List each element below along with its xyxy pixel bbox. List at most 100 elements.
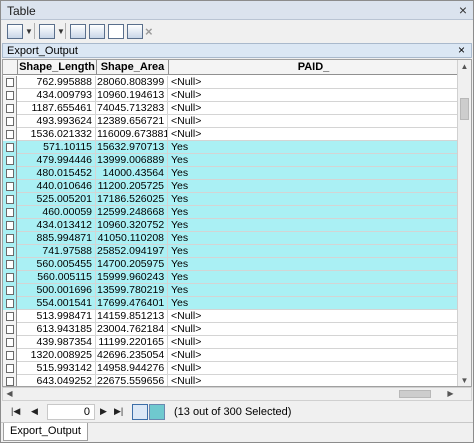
tab-export-output[interactable]: Export_Output: [3, 423, 88, 441]
cell-paid[interactable]: <Null>: [169, 89, 458, 102]
cell-paid[interactable]: <Null>: [169, 102, 458, 115]
cell-shape-area[interactable]: 15999.960243: [97, 271, 168, 284]
scroll-left-icon[interactable]: ◀: [3, 388, 16, 400]
row-selector[interactable]: [3, 115, 17, 128]
first-record-icon[interactable]: |◀: [11, 406, 20, 417]
cell-shape-area[interactable]: 42696.235054: [97, 349, 168, 362]
cell-shape-length[interactable]: 525.005201: [18, 193, 96, 206]
row-selector[interactable]: [3, 349, 17, 362]
table-row[interactable]: 525.005201 17186.526025 Yes: [3, 193, 458, 206]
cell-shape-length[interactable]: 560.005455: [18, 258, 96, 271]
cell-paid[interactable]: Yes: [169, 245, 458, 258]
table-row[interactable]: 479.994446 13999.006889 Yes: [3, 154, 458, 167]
cell-shape-area[interactable]: 23004.762184: [97, 323, 168, 336]
cell-paid[interactable]: <Null>: [169, 115, 458, 128]
row-selector[interactable]: [3, 362, 17, 375]
cell-shape-area[interactable]: 13599.780219: [97, 284, 168, 297]
table-row[interactable]: 571.10115 15632.970713 Yes: [3, 141, 458, 154]
select-by-attributes-button[interactable]: [70, 23, 86, 39]
last-record-icon[interactable]: ▶|: [114, 406, 123, 417]
cell-shape-area[interactable]: 41050.110208: [97, 232, 168, 245]
delete-selected-button[interactable]: ×: [145, 23, 153, 39]
cell-shape-area[interactable]: 14159.851213: [97, 310, 168, 323]
cell-shape-length[interactable]: 515.993142: [18, 362, 96, 375]
cell-shape-length[interactable]: 439.987354: [18, 336, 96, 349]
cell-shape-length[interactable]: 1187.655461: [18, 102, 96, 115]
cell-shape-length[interactable]: 500.001696: [18, 284, 96, 297]
row-selector[interactable]: [3, 154, 17, 167]
window-close-button[interactable]: ×: [459, 2, 467, 18]
cell-shape-length[interactable]: 1320.008925: [18, 349, 96, 362]
table-row[interactable]: 434.009793 10960.194613 <Null>: [3, 89, 458, 102]
cell-shape-area[interactable]: 13999.006889: [97, 154, 168, 167]
cell-shape-length[interactable]: 479.994446: [18, 154, 96, 167]
cell-paid[interactable]: Yes: [169, 154, 458, 167]
cell-paid[interactable]: <Null>: [169, 362, 458, 375]
table-options-button[interactable]: ▼: [7, 23, 33, 39]
current-record-input[interactable]: 0: [47, 404, 95, 420]
vertical-scroll-thumb[interactable]: [460, 98, 469, 120]
vertical-scrollbar[interactable]: ▲ ▼: [457, 60, 471, 386]
cell-paid[interactable]: Yes: [169, 271, 458, 284]
cell-paid[interactable]: Yes: [169, 141, 458, 154]
cell-shape-area[interactable]: 14958.944276: [97, 362, 168, 375]
table-close-button[interactable]: ×: [458, 43, 465, 57]
cell-paid[interactable]: <Null>: [169, 336, 458, 349]
table-row[interactable]: 560.005455 14700.205975 Yes: [3, 258, 458, 271]
cell-shape-length[interactable]: 1536.021332: [18, 128, 96, 141]
column-header-shape-length[interactable]: Shape_Length: [18, 60, 97, 75]
cell-paid[interactable]: <Null>: [169, 375, 458, 386]
cell-shape-length[interactable]: 434.009793: [18, 89, 96, 102]
table-row[interactable]: 1320.008925 42696.235054 <Null>: [3, 349, 458, 362]
table-row[interactable]: 500.001696 13599.780219 Yes: [3, 284, 458, 297]
row-selector[interactable]: [3, 206, 17, 219]
zoom-to-selected-button[interactable]: [127, 23, 143, 39]
table-row[interactable]: 515.993142 14958.944276 <Null>: [3, 362, 458, 375]
cell-shape-area[interactable]: 12599.248668: [97, 206, 168, 219]
cell-shape-area[interactable]: 74045.713283: [97, 102, 168, 115]
table-row[interactable]: 613.943185 23004.762184 <Null>: [3, 323, 458, 336]
cell-shape-area[interactable]: 12389.656721: [97, 115, 168, 128]
cell-shape-length[interactable]: 513.998471: [18, 310, 96, 323]
table-row[interactable]: 885.994871 41050.110208 Yes: [3, 232, 458, 245]
row-selector[interactable]: [3, 128, 17, 141]
cell-shape-area[interactable]: 11200.205725: [97, 180, 168, 193]
cell-shape-length[interactable]: 643.049252: [18, 375, 96, 386]
switch-selection-button[interactable]: [89, 23, 105, 39]
cell-shape-length[interactable]: 571.10115: [18, 141, 96, 154]
table-row[interactable]: 643.049252 22675.559656 <Null>: [3, 375, 458, 386]
horizontal-scroll-thumb[interactable]: [399, 390, 431, 398]
show-all-records-button[interactable]: [132, 404, 148, 420]
related-tables-button[interactable]: ▼: [39, 23, 65, 39]
cell-paid[interactable]: <Null>: [169, 323, 458, 336]
row-selector[interactable]: [3, 76, 17, 89]
cell-paid[interactable]: Yes: [169, 206, 458, 219]
cell-shape-length[interactable]: 554.001541: [18, 297, 96, 310]
row-selector[interactable]: [3, 375, 17, 386]
row-selector[interactable]: [3, 141, 17, 154]
next-record-icon[interactable]: ▶: [100, 406, 107, 417]
row-selector[interactable]: [3, 284, 17, 297]
table-row[interactable]: 762.995888 28060.808399 <Null>: [3, 76, 458, 89]
row-selector[interactable]: [3, 167, 17, 180]
cell-shape-length[interactable]: 480.015452: [18, 167, 96, 180]
column-header-paid[interactable]: PAID_: [169, 60, 458, 75]
cell-paid[interactable]: <Null>: [169, 76, 458, 89]
table-row[interactable]: 554.001541 17699.476401 Yes: [3, 297, 458, 310]
cell-shape-area[interactable]: 22675.559656: [97, 375, 168, 386]
table-row[interactable]: 480.015452 14000.43564 Yes: [3, 167, 458, 180]
row-selector[interactable]: [3, 232, 17, 245]
cell-shape-length[interactable]: 440.010646: [18, 180, 96, 193]
table-row[interactable]: 1187.655461 74045.713283 <Null>: [3, 102, 458, 115]
row-selector[interactable]: [3, 245, 17, 258]
row-selector[interactable]: [3, 180, 17, 193]
row-selector[interactable]: [3, 193, 17, 206]
table-row[interactable]: 1536.021332 116009.673881 <Null>: [3, 128, 458, 141]
table-row[interactable]: 513.998471 14159.851213 <Null>: [3, 310, 458, 323]
cell-paid[interactable]: Yes: [169, 219, 458, 232]
horizontal-scrollbar[interactable]: ◀ ▶: [2, 387, 472, 401]
scroll-down-icon[interactable]: ▼: [458, 374, 471, 386]
table-row[interactable]: 493.993624 12389.656721 <Null>: [3, 115, 458, 128]
header-selector-cell[interactable]: [3, 60, 18, 75]
cell-shape-length[interactable]: 762.995888: [18, 76, 96, 89]
